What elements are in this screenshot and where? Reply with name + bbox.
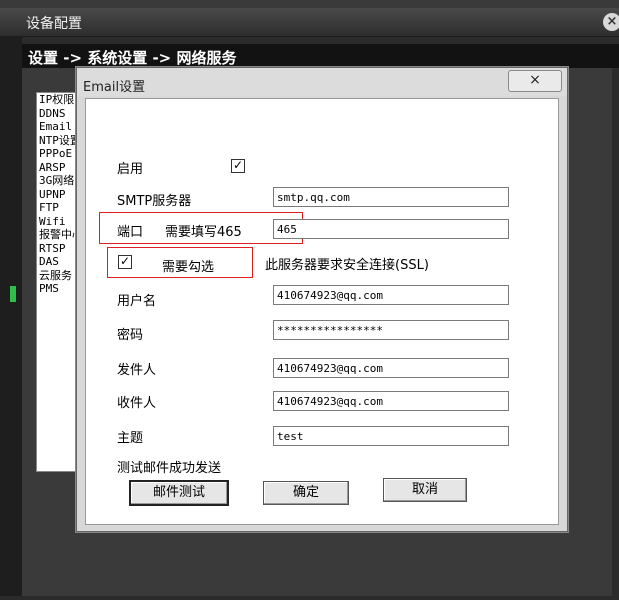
recipient-field[interactable]: 410674923@qq.com xyxy=(273,391,509,411)
ssl-note: 需要勾选 xyxy=(162,260,215,275)
ssl-label: 此服务器要求安全连接(SSL) xyxy=(265,258,429,273)
enable-checkbox[interactable]: ✓ xyxy=(231,159,245,173)
username-field[interactable]: 410674923@qq.com xyxy=(273,285,509,305)
subject-label: 主题 xyxy=(117,431,144,446)
port-label: 端口 xyxy=(117,225,144,240)
ok-button[interactable]: 确定 xyxy=(263,481,349,505)
sender-label: 发件人 xyxy=(117,363,157,378)
recipient-label: 收件人 xyxy=(117,396,157,411)
breadcrumb-bar: 设置 -> 系统设置 -> 网络服务 xyxy=(22,44,619,68)
ssl-checkbox[interactable]: ✓ xyxy=(118,255,132,269)
dialog-close-button[interactable]: × xyxy=(508,70,562,92)
password-field[interactable]: **************** xyxy=(273,320,509,340)
dialog-body: 启用 ✓ SMTP服务器 smtp.qq.com 端口 需要填写465 465 … xyxy=(85,98,559,525)
username-label: 用户名 xyxy=(117,294,157,309)
underlying-top-strip xyxy=(0,0,619,8)
mail-test-button[interactable]: 邮件测试 xyxy=(129,480,229,506)
smtp-label: SMTP服务器 xyxy=(117,194,192,209)
dialog-title: Email设置 xyxy=(83,80,146,95)
status-indicator xyxy=(10,286,16,302)
email-settings-dialog: Email设置 × 启用 ✓ SMTP服务器 smtp.qq.com 端口 需要… xyxy=(76,67,568,532)
left-side-bar xyxy=(0,36,22,596)
dialog-titlebar: Email设置 × xyxy=(77,68,567,96)
window-close-icon[interactable]: × xyxy=(603,13,619,31)
subject-field[interactable]: test xyxy=(273,426,509,446)
password-label: 密码 xyxy=(117,328,144,343)
smtp-server-field[interactable]: smtp.qq.com xyxy=(273,187,509,207)
enable-label: 启用 xyxy=(117,162,144,177)
status-text: 测试邮件成功发送 xyxy=(117,461,222,476)
port-field[interactable]: 465 xyxy=(273,219,509,239)
breadcrumb: 设置 -> 系统设置 -> 网络服务 xyxy=(28,49,237,67)
window-titlebar: 设备配置 × xyxy=(0,8,619,37)
sender-field[interactable]: 410674923@qq.com xyxy=(273,358,509,378)
cancel-button[interactable]: 取消 xyxy=(383,478,467,502)
port-note: 需要填写465 xyxy=(165,225,242,240)
window-title: 设备配置 xyxy=(26,16,82,32)
